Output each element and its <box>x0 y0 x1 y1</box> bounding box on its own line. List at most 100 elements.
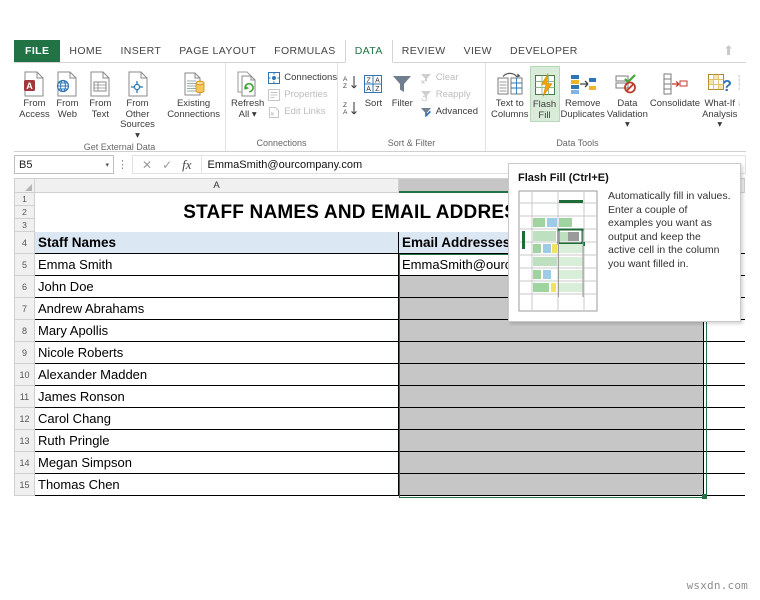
row-header-7[interactable]: 7 <box>14 298 35 320</box>
edit-links-label: Edit Links <box>284 106 325 117</box>
sort-button[interactable]: ZAAZ Sort <box>359 66 388 110</box>
cell-b10[interactable] <box>399 364 704 386</box>
cell-a14[interactable]: Megan Simpson <box>35 452 399 474</box>
from-web-button[interactable]: From Web <box>51 66 84 120</box>
cell-c8[interactable] <box>704 320 745 342</box>
cell-b9[interactable] <box>399 342 704 364</box>
relationships-label: Relatio <box>738 99 740 110</box>
row-header-12[interactable]: 12 <box>14 408 35 430</box>
edit-links-button[interactable]: Edit Links <box>265 103 340 120</box>
more-options-dots-icon[interactable]: ⋮ <box>114 158 132 171</box>
cell-c11[interactable] <box>704 386 745 408</box>
from-other-sources-icon <box>127 69 149 99</box>
cell-c14[interactable] <box>704 452 745 474</box>
cell-c12[interactable] <box>704 408 745 430</box>
cell-a9[interactable]: Nicole Roberts <box>35 342 399 364</box>
row-header-13[interactable]: 13 <box>14 430 35 452</box>
connections-button[interactable]: Connections <box>265 69 340 86</box>
remove-duplicates-button[interactable]: Remove Duplicates <box>560 66 606 120</box>
svg-text:A: A <box>343 76 348 83</box>
cell-c15[interactable] <box>704 474 745 496</box>
excel-window: FILE HOME INSERT PAGE LAYOUT FORMULAS DA… <box>14 40 746 560</box>
reapply-filter-button[interactable]: Reapply <box>417 86 481 103</box>
cell-b12[interactable] <box>399 408 704 430</box>
insert-function-fx-icon[interactable]: fx <box>182 157 191 173</box>
row-header-10[interactable]: 10 <box>14 364 35 386</box>
connections-icon <box>268 72 280 84</box>
cell-a4-staff-names-header[interactable]: Staff Names <box>35 232 399 254</box>
tab-home[interactable]: HOME <box>60 40 111 62</box>
from-other-sources-button[interactable]: From Other Sources ▾ <box>117 66 158 141</box>
tab-insert[interactable]: INSERT <box>111 40 170 62</box>
cell-a10[interactable]: Alexander Madden <box>35 364 399 386</box>
cell-a8[interactable]: Mary Apollis <box>35 320 399 342</box>
refresh-all-button[interactable]: Refresh All ▾ <box>230 66 265 120</box>
name-box[interactable]: B5 ▾ <box>14 155 114 174</box>
cell-a5[interactable]: Emma Smith <box>35 254 399 276</box>
cell-a12[interactable]: Carol Chang <box>35 408 399 430</box>
cell-b15[interactable] <box>399 474 704 496</box>
filter-button[interactable]: Filter <box>388 66 417 110</box>
data-validation-button[interactable]: Data Validation ▾ <box>606 66 649 131</box>
sort-descending-button[interactable]: ZA <box>342 95 359 121</box>
cell-a3[interactable] <box>35 219 399 232</box>
row-header-6[interactable]: 6 <box>14 276 35 298</box>
cell-b14[interactable] <box>399 452 704 474</box>
tab-data-label: DATA <box>355 45 383 57</box>
row-header-2[interactable]: 2 <box>14 206 35 219</box>
table-row: Megan Simpson <box>35 452 746 474</box>
cell-a7[interactable]: Andrew Abrahams <box>35 298 399 320</box>
tab-data[interactable]: DATA <box>345 40 393 63</box>
cell-a11[interactable]: James Ronson <box>35 386 399 408</box>
tooltip-body: Automatically fill in values. Enter a co… <box>518 190 731 312</box>
from-access-button[interactable]: A From Access <box>18 66 51 120</box>
relationships-button[interactable]: Relatio <box>738 66 740 110</box>
cell-c10[interactable] <box>704 364 745 386</box>
tab-view[interactable]: VIEW <box>455 40 501 62</box>
sort-ascending-button[interactable]: AZ <box>342 69 359 95</box>
row-header-1[interactable]: 1 <box>14 193 35 206</box>
tab-file[interactable]: FILE <box>14 40 60 62</box>
clear-filter-button[interactable]: Clear <box>417 69 481 86</box>
advanced-filter-button[interactable]: Advanced <box>417 103 481 120</box>
row-header-15[interactable]: 15 <box>14 474 35 496</box>
cell-b8[interactable] <box>399 320 704 342</box>
ribbon-group-sort-filter: AZ ZA ZAAZ Sort Filter <box>338 63 486 151</box>
fill-handle[interactable] <box>702 494 707 499</box>
cell-c13[interactable] <box>704 430 745 452</box>
what-if-analysis-button[interactable]: ? What-If Analysis ▾ <box>701 66 738 131</box>
cancel-x-icon[interactable]: ✕ <box>142 158 152 172</box>
select-all-corner[interactable] <box>14 178 35 193</box>
flash-fill-button[interactable]: Flash Fill <box>530 66 560 122</box>
row-header-11[interactable]: 11 <box>14 386 35 408</box>
connections-label: Connections <box>284 72 337 83</box>
refresh-all-label: Refresh All ▾ <box>231 99 264 120</box>
row-header-14[interactable]: 14 <box>14 452 35 474</box>
column-header-a[interactable]: A <box>35 178 399 193</box>
row-header-3[interactable]: 3 <box>14 219 35 232</box>
tab-page-layout[interactable]: PAGE LAYOUT <box>170 40 265 62</box>
svg-text:?: ? <box>722 78 732 95</box>
cell-a6[interactable]: John Doe <box>35 276 399 298</box>
from-text-button[interactable]: From Text <box>84 66 117 120</box>
row-header-9[interactable]: 9 <box>14 342 35 364</box>
row-header-4[interactable]: 4 <box>14 232 35 254</box>
cell-c9[interactable] <box>704 342 745 364</box>
text-to-columns-button[interactable]: Text to Columns <box>490 66 530 120</box>
tab-review[interactable]: REVIEW <box>393 40 455 62</box>
existing-connections-button[interactable]: Existing Connections <box>166 66 221 120</box>
table-row: Thomas Chen <box>35 474 746 496</box>
cell-b13[interactable] <box>399 430 704 452</box>
row-header-8[interactable]: 8 <box>14 320 35 342</box>
tab-developer[interactable]: DEVELOPER <box>501 40 587 62</box>
ribbon-collapse-arrow-icon[interactable]: ⬆ <box>711 40 746 62</box>
cell-a13[interactable]: Ruth Pringle <box>35 430 399 452</box>
cell-a15[interactable]: Thomas Chen <box>35 474 399 496</box>
consolidate-button[interactable]: Consolidate <box>649 66 701 110</box>
enter-check-icon[interactable]: ✓ <box>162 158 172 172</box>
row-header-5[interactable]: 5 <box>14 254 35 276</box>
properties-button[interactable]: Properties <box>265 86 340 103</box>
cell-b11[interactable] <box>399 386 704 408</box>
tab-formulas[interactable]: FORMULAS <box>265 40 345 62</box>
sort-ascending-icon: AZ <box>342 74 359 91</box>
